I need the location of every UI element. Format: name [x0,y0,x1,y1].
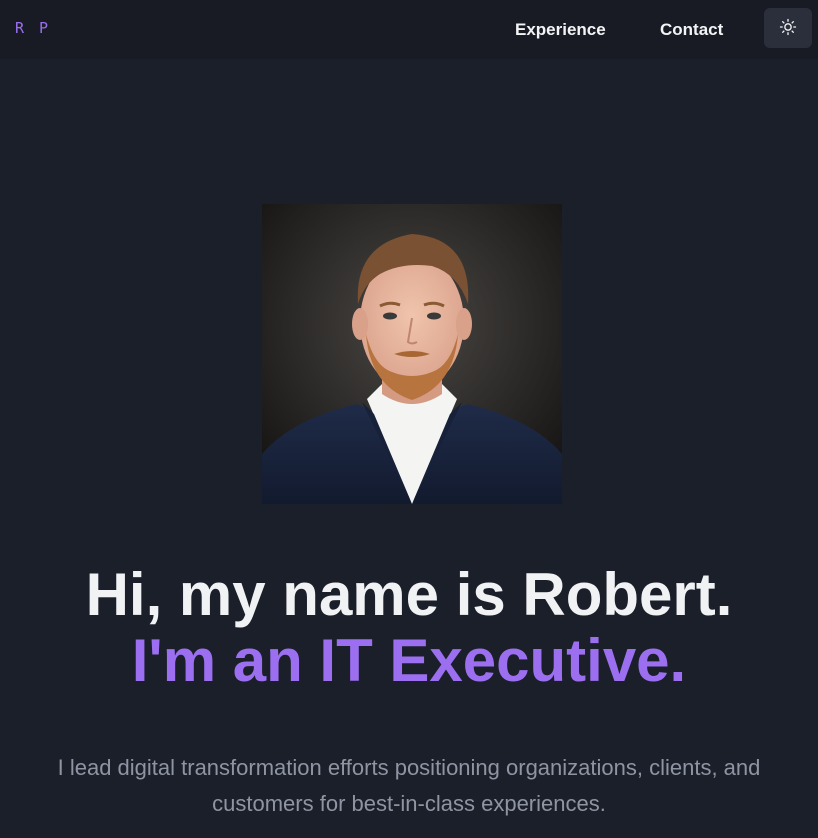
hero-heading: Hi, my name is Robert. I'm an IT Executi… [0,562,818,694]
role-text: I'm an IT Executive. [131,627,687,694]
profile-photo [262,204,562,504]
nav-link-experience[interactable]: Experience [515,20,606,40]
greeting-text: Hi, my name is Robert. [85,561,733,628]
nav-link-contact[interactable]: Contact [660,20,723,40]
navbar: R P Experience Contact [0,0,818,59]
hero-tagline: I lead digital transformation efforts po… [57,755,761,816]
theme-toggle-button[interactable] [764,8,812,48]
site-logo[interactable]: R P [15,19,51,37]
sun-icon [779,18,797,39]
